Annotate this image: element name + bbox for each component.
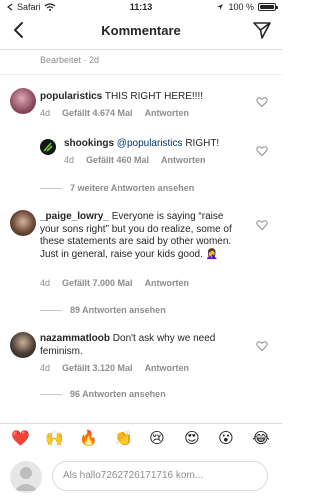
comment-composer: Als hallo7262726171716 kom... — [0, 455, 282, 500]
comment-body: _paige_lowry_ Everyone is saying “raise … — [40, 211, 245, 261]
comment-meta: 4d Gefällt 3.120 Mal Antworten — [40, 363, 189, 373]
comment-body: nazammatloob Don't ask why we need femin… — [40, 333, 245, 358]
reply-button[interactable]: Antworten — [145, 278, 190, 288]
view-replies-button[interactable]: 89 Antworten ansehen — [40, 305, 166, 315]
comment-username[interactable]: _paige_lowry_ — [40, 211, 109, 222]
avatar-logo-icon — [43, 142, 53, 152]
comment-likes[interactable]: Gefällt 7.000 Mal — [62, 278, 133, 288]
status-bar: Safari 11:13 100 % — [0, 0, 282, 14]
reply-button[interactable]: Antworten — [145, 108, 190, 118]
heart-icon[interactable] — [256, 219, 268, 231]
emoji-red-heart[interactable]: ❤️ — [11, 430, 30, 448]
direct-share-icon[interactable] — [252, 20, 272, 40]
battery-icon — [258, 3, 278, 11]
avatar[interactable] — [10, 88, 36, 114]
comment-meta: 4d Gefällt 460 Mal Antworten — [64, 155, 206, 165]
reply-button[interactable]: Antworten — [161, 155, 206, 165]
emoji-crying-face[interactable]: 😢 — [148, 430, 166, 448]
heart-icon[interactable] — [256, 145, 268, 157]
emoji-fire[interactable]: 🔥 — [79, 430, 98, 448]
comment-body: popularistics THIS RIGHT HERE!!!! — [40, 91, 245, 104]
emoji-clapping-hands[interactable]: 👏 — [114, 430, 133, 448]
emoji-raising-hands[interactable]: 🙌 — [45, 430, 64, 448]
own-avatar — [10, 461, 42, 493]
battery-percent: 100 % — [228, 2, 254, 12]
comment-text: THIS RIGHT HERE!!!! — [104, 91, 204, 102]
status-right: 100 % — [216, 2, 278, 12]
comment-likes[interactable]: Gefällt 4.674 Mal — [62, 108, 133, 118]
comment-age: 4d — [40, 108, 51, 118]
comment-age: 4d — [64, 155, 75, 165]
comment-text: RIGHT! — [185, 138, 220, 149]
comment-meta: 4d Gefällt 7.000 Mal Antworten — [40, 278, 189, 288]
emoji-surprised-face[interactable]: 😮 — [217, 430, 235, 448]
avatar[interactable] — [10, 210, 36, 236]
comment-likes[interactable]: Gefällt 460 Mal — [86, 155, 149, 165]
emoji-quick-bar: ❤️ 🙌 🔥 👏 😢 😍 😮 😂 — [0, 423, 282, 453]
nav-bar: Kommentare — [0, 14, 282, 50]
comment-meta: 4d Gefällt 4.674 Mal Antworten — [40, 108, 189, 118]
reply-button[interactable]: Antworten — [145, 363, 190, 373]
comment-age: 4d — [40, 278, 51, 288]
comment-age: 4d — [40, 363, 51, 373]
comment-username[interactable]: shookings — [64, 138, 114, 149]
avatar[interactable] — [40, 139, 56, 155]
location-icon — [217, 4, 224, 10]
comment-mention[interactable]: @popularistics — [117, 138, 183, 149]
heart-icon[interactable] — [256, 96, 268, 108]
emoji-heart-eyes[interactable]: 😍 — [183, 430, 201, 448]
comment-username[interactable]: nazammatloob — [40, 333, 110, 344]
edited-label: Bearbeitet · 2d — [40, 55, 100, 65]
emoji-tears-of-joy[interactable]: 😂 — [252, 430, 270, 448]
default-user-icon — [14, 467, 38, 491]
view-replies-button[interactable]: 96 Antworten ansehen — [40, 389, 166, 399]
comment-username[interactable]: popularistics — [40, 91, 102, 102]
comment-likes[interactable]: Gefällt 3.120 Mal — [62, 363, 133, 373]
comment-body: shookings @popularistics RIGHT! — [64, 138, 244, 151]
heart-icon[interactable] — [256, 340, 268, 352]
page-title: Kommentare — [101, 23, 181, 38]
caption-divider — [0, 74, 282, 75]
avatar[interactable] — [10, 332, 36, 358]
view-replies-button[interactable]: 7 weitere Antworten ansehen — [40, 183, 194, 193]
comment-input[interactable]: Als hallo7262726171716 kom... — [52, 461, 268, 491]
